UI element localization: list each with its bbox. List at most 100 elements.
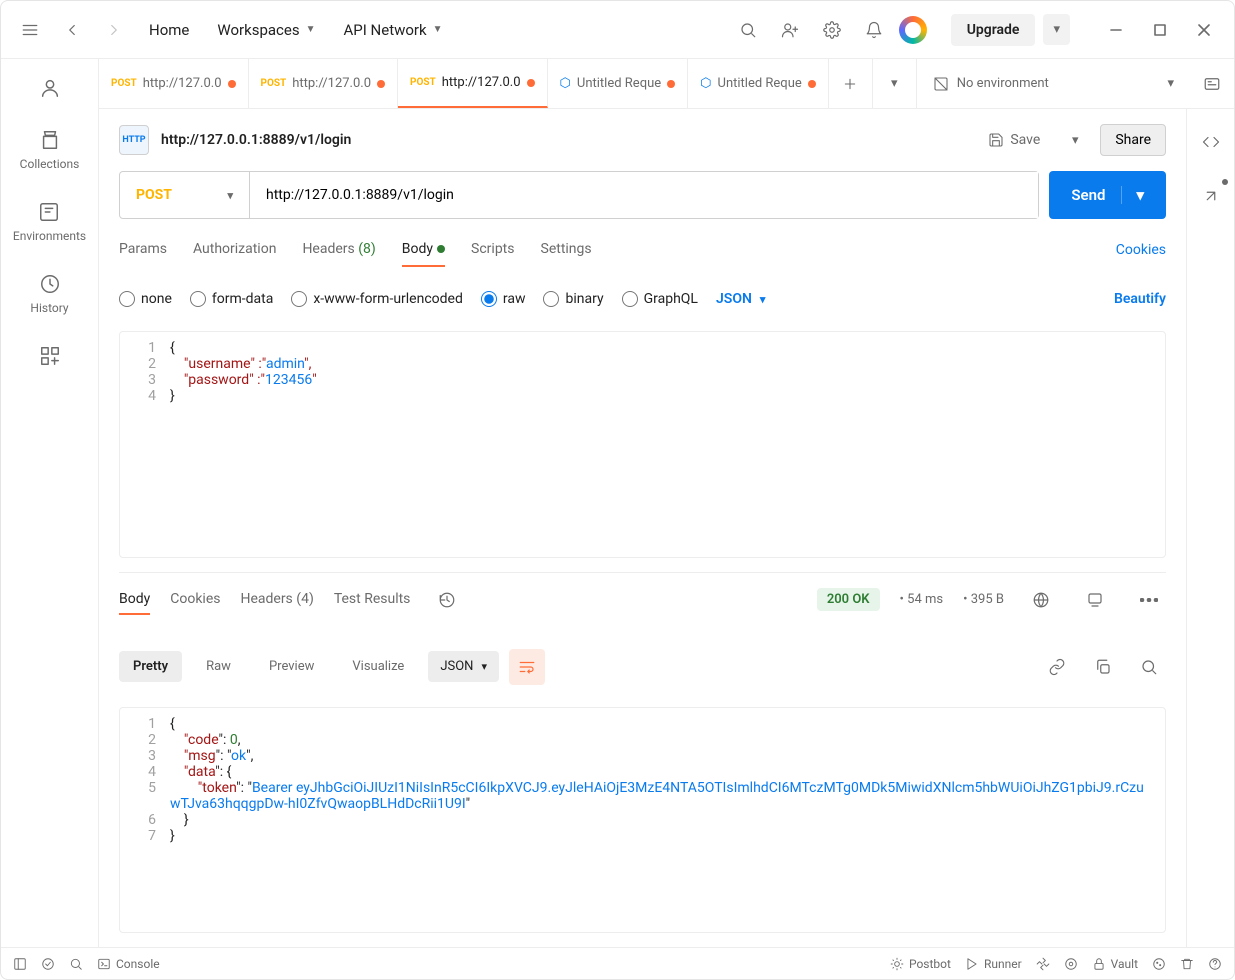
method-select[interactable]: POST▾ (120, 172, 250, 218)
url-input[interactable] (250, 172, 1038, 218)
reqtab-settings[interactable]: Settings (541, 233, 592, 267)
reqtab-auth[interactable]: Authorization (193, 233, 276, 267)
back-icon[interactable] (55, 13, 89, 47)
resptab-headers[interactable]: Headers (4) (240, 585, 313, 615)
request-tabs: POSThttp://127.0.0 POSThttp://127.0.0 PO… (99, 59, 1234, 109)
env-quicklook[interactable] (1190, 59, 1234, 108)
sidebar: Collections Environments History (1, 59, 99, 947)
sb-runner[interactable]: Runner (965, 957, 1022, 971)
response-format-select[interactable]: JSON▾ (428, 651, 499, 682)
close-icon[interactable] (1186, 12, 1222, 48)
statusbar: Console Postbot Runner Vault (1, 947, 1234, 979)
tab-2[interactable]: POSThttp://127.0.0 (398, 59, 548, 108)
sb-vault[interactable]: Vault (1092, 957, 1138, 971)
sb-agent-icon[interactable] (1036, 957, 1050, 971)
status-badge: 200 OK (817, 588, 880, 611)
avatar[interactable] (899, 16, 927, 44)
bodytype-graphql[interactable]: GraphQL (622, 291, 698, 307)
invite-icon[interactable] (773, 13, 807, 47)
sb-capture-icon[interactable] (1064, 957, 1078, 971)
http-badge: HTTP (119, 125, 149, 155)
view-preview[interactable]: Preview (255, 651, 328, 682)
nav-home[interactable]: Home (139, 15, 199, 45)
search-icon[interactable] (731, 13, 765, 47)
tab-1[interactable]: POSThttp://127.0.0 (249, 59, 399, 108)
sb-trash-icon[interactable] (1180, 957, 1194, 971)
bodytype-none[interactable]: none (119, 291, 172, 307)
send-button[interactable]: Send▾ (1049, 171, 1166, 219)
unsaved-dot (808, 80, 816, 88)
request-body-editor[interactable]: 1{ 2 "username" :"admin", 3 "password" :… (119, 331, 1166, 558)
sb-panel-icon[interactable] (13, 957, 27, 971)
sb-postbot[interactable]: Postbot (890, 957, 951, 971)
unsaved-dot (377, 80, 385, 88)
topbar: Home Workspaces▼ API Network▼ Upgrade ▾ (1, 1, 1234, 59)
response-size: • 395 B (963, 592, 1004, 607)
menu-icon[interactable] (13, 13, 47, 47)
history-icon[interactable] (430, 583, 464, 617)
sb-help-icon[interactable] (1208, 957, 1222, 971)
link-icon[interactable] (1040, 650, 1074, 684)
modified-dot (437, 245, 445, 253)
send-dropdown[interactable]: ▾ (1121, 186, 1144, 204)
maximize-icon[interactable] (1142, 12, 1178, 48)
beautify-button[interactable]: Beautify (1114, 291, 1166, 307)
reqtab-body[interactable]: Body (402, 233, 445, 267)
reqtab-headers[interactable]: Headers (8) (302, 233, 375, 267)
sidebar-history[interactable]: History (24, 267, 74, 321)
bodytype-raw[interactable]: raw (481, 291, 526, 307)
new-tab-button[interactable] (829, 59, 873, 108)
save-dropdown[interactable]: ▾ (1058, 123, 1092, 157)
view-raw[interactable]: Raw (192, 651, 245, 682)
reqtab-scripts[interactable]: Scripts (471, 233, 514, 267)
response-body-viewer[interactable]: 1{ 2 "code": 0, 3 "msg": "ok", 4 "data":… (119, 707, 1166, 934)
bodytype-formdata[interactable]: form-data (190, 291, 273, 307)
search-response-icon[interactable] (1132, 650, 1166, 684)
wrap-lines-button[interactable] (509, 649, 545, 685)
environment-selector[interactable]: No environment ▾ (917, 59, 1190, 108)
request-title: http://127.0.0.1:8889/v1/login (161, 132, 351, 148)
share-button[interactable]: Share (1100, 124, 1166, 156)
expand-icon[interactable] (1194, 179, 1228, 213)
upgrade-dropdown[interactable]: ▾ (1043, 14, 1070, 45)
copy-icon[interactable] (1086, 650, 1120, 684)
code-icon[interactable] (1194, 125, 1228, 159)
save-button[interactable]: Save (978, 126, 1050, 154)
more-icon[interactable] (1132, 583, 1166, 617)
upgrade-button[interactable]: Upgrade (951, 14, 1036, 46)
sb-console[interactable]: Console (97, 957, 160, 971)
tab-4[interactable]: ⬡Untitled Reque (688, 59, 829, 108)
sb-sync-icon[interactable] (41, 957, 55, 971)
tabs-menu[interactable]: ▾ (873, 59, 917, 108)
tab-0[interactable]: POSThttp://127.0.0 (99, 59, 249, 108)
view-pretty[interactable]: Pretty (119, 651, 182, 682)
raw-format-select[interactable]: JSON▾ (716, 291, 765, 307)
notifications-icon[interactable] (857, 13, 891, 47)
bodytype-urlencoded[interactable]: x-www-form-urlencoded (291, 291, 463, 307)
network-icon[interactable] (1024, 583, 1058, 617)
cookies-link[interactable]: Cookies (1116, 242, 1166, 258)
sidebar-collections[interactable]: Collections (14, 123, 86, 177)
resptab-cookies[interactable]: Cookies (170, 585, 220, 615)
graphql-icon: ⬡ (700, 76, 711, 91)
tab-3[interactable]: ⬡Untitled Reque (548, 59, 689, 108)
sidebar-environments[interactable]: Environments (7, 195, 92, 249)
chevron-down-icon: ▼ (306, 24, 316, 35)
resptab-body[interactable]: Body (119, 585, 150, 615)
save-response-icon[interactable] (1078, 583, 1112, 617)
right-rail (1186, 109, 1234, 947)
settings-icon[interactable] (815, 13, 849, 47)
minimize-icon[interactable] (1098, 12, 1134, 48)
reqtab-params[interactable]: Params (119, 233, 167, 267)
sb-find-icon[interactable] (69, 957, 83, 971)
forward-icon[interactable] (97, 13, 131, 47)
bodytype-binary[interactable]: binary (543, 291, 603, 307)
sidebar-account[interactable] (33, 71, 67, 105)
resptab-testresults[interactable]: Test Results (334, 585, 411, 615)
sb-cookies-icon[interactable] (1152, 957, 1166, 971)
nav-api-network[interactable]: API Network▼ (333, 15, 452, 45)
unsaved-dot (527, 79, 535, 87)
sidebar-more[interactable] (33, 339, 67, 373)
view-visualize[interactable]: Visualize (338, 651, 418, 682)
nav-workspaces[interactable]: Workspaces▼ (207, 15, 325, 45)
